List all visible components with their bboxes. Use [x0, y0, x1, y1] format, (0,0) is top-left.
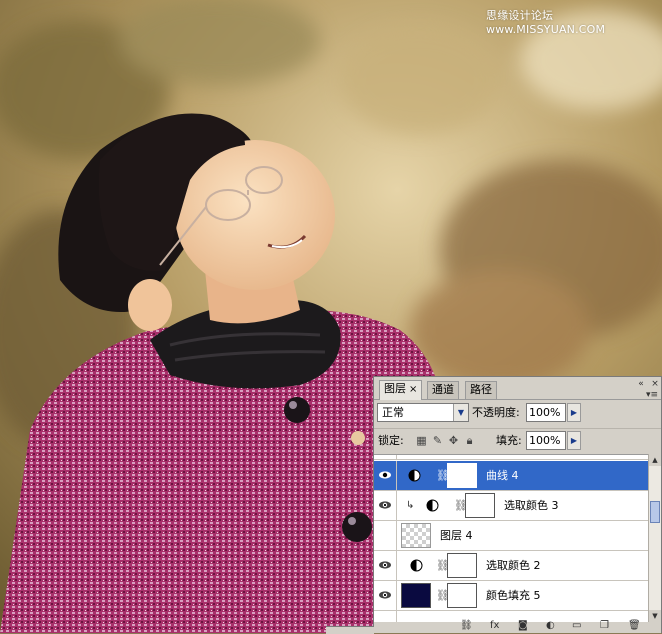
opacity-label: 不透明度:	[472, 406, 520, 419]
layer-thumbnail[interactable]	[401, 523, 431, 548]
layers-scrollbar[interactable]: ▲ ▼	[648, 454, 661, 622]
blend-opacity-row: 正常 ▼ 不透明度: 100% ▶	[374, 400, 661, 428]
link-layers-icon[interactable]: ⛓︎	[460, 620, 473, 632]
fill-label: 填充:	[496, 434, 522, 447]
visibility-toggle[interactable]	[374, 491, 397, 520]
tab-paths-label: 路径	[470, 383, 492, 396]
layer-style-icon[interactable]: fx	[490, 620, 499, 632]
layer-name: 曲线 4	[486, 469, 519, 482]
scroll-thumb[interactable]	[650, 501, 660, 523]
tab-paths[interactable]: 路径	[465, 381, 497, 399]
new-adjustment-icon[interactable]: ◐	[546, 620, 555, 632]
tab-channels[interactable]: 通道	[427, 381, 459, 399]
watermark: 思缘设计论坛 www.MISSYUAN.COM	[486, 9, 606, 36]
lock-brush-icon[interactable]: ✎	[431, 434, 444, 447]
layer-row[interactable]: ⛓︎ 颜色填充 5	[374, 581, 648, 611]
lock-all-icon[interactable]: 🔒︎	[463, 434, 476, 447]
fill-input[interactable]: 100%	[526, 431, 566, 450]
layer-name: 选取颜色 2	[486, 559, 541, 572]
layer-row[interactable]: ⛓︎ 曲线 4	[374, 461, 648, 491]
minimize-icon[interactable]: «	[636, 379, 646, 389]
layer-name: 颜色填充 5	[486, 589, 541, 602]
blend-mode-value: 正常	[382, 406, 404, 419]
lock-transparency-icon[interactable]: ▦	[415, 434, 428, 447]
tab-layers-label: 图层	[384, 382, 406, 395]
layer-row[interactable]: 图层 4	[374, 521, 648, 551]
fill-slider-arrow-icon[interactable]: ▶	[567, 431, 581, 450]
panel-bottom-toolbar: ⛓︎ fx ◙ ◐ ▭ ❐ 🗑︎	[374, 620, 661, 633]
visibility-toggle[interactable]	[374, 461, 397, 490]
layer-row-partial[interactable]	[374, 455, 648, 460]
layer-name: 图层 4	[440, 529, 473, 542]
trash-icon[interactable]: 🗑︎	[628, 620, 641, 632]
layer-mask-thumbnail[interactable]	[465, 493, 495, 518]
tab-channels-label: 通道	[432, 383, 454, 396]
visibility-toggle[interactable]	[374, 551, 397, 580]
tab-close-icon[interactable]: ×	[409, 384, 417, 395]
close-panel-icon[interactable]: ×	[650, 379, 660, 389]
lock-fill-row: 锁定: ▦ ✎ ✥ 🔒︎ 填充: 100% ▶	[374, 428, 661, 457]
panel-menu-icon[interactable]: ▾≡	[646, 390, 658, 400]
visibility-toggle[interactable]	[374, 521, 397, 550]
layer-row[interactable]: ↳ ⛓︎ 选取颜色 3	[374, 491, 648, 521]
layer-name: 选取颜色 3	[504, 499, 559, 512]
eye-icon	[379, 561, 391, 569]
opacity-input[interactable]: 100%	[526, 403, 566, 422]
layers-panel: 图层 × 通道 路径 « × ▾≡ 正常 ▼ 不透明度: 100% ▶ 锁定: ▦…	[373, 376, 662, 633]
opacity-slider-arrow-icon[interactable]: ▶	[567, 403, 581, 422]
scroll-down-icon[interactable]: ▼	[649, 610, 661, 622]
adjustment-layer-icon	[408, 469, 421, 482]
adjustment-layer-icon	[410, 559, 423, 572]
lock-move-icon[interactable]: ✥	[447, 434, 460, 447]
visibility-toggle[interactable]	[374, 581, 397, 610]
chevron-down-icon: ▼	[453, 404, 468, 421]
layer-mask-thumbnail[interactable]	[447, 583, 477, 608]
eye-icon	[379, 591, 391, 599]
new-group-icon[interactable]: ▭	[572, 620, 581, 632]
layer-row[interactable]: ⛓︎ 选取颜色 2	[374, 551, 648, 581]
blend-mode-select[interactable]: 正常 ▼	[377, 403, 469, 422]
add-mask-icon[interactable]: ◙	[518, 620, 528, 632]
eye-icon	[379, 471, 391, 479]
scroll-up-icon[interactable]: ▲	[649, 454, 661, 466]
adjustment-layer-icon	[426, 499, 439, 512]
layers-list: ⛓︎ 曲线 4 ↳ ⛓︎ 选取颜色 3 图层 4 ⛓︎ 选取颜色 2 ⛓︎ 颜色…	[374, 454, 648, 623]
eye-icon	[379, 501, 391, 509]
eye-cell	[374, 455, 397, 459]
lock-label: 锁定:	[378, 434, 404, 447]
new-layer-icon[interactable]: ❐	[600, 620, 609, 632]
clipping-arrow-icon: ↳	[406, 500, 415, 511]
panel-tab-bar: 图层 × 通道 路径 « × ▾≡	[374, 377, 661, 400]
tab-layers[interactable]: 图层 ×	[379, 380, 423, 400]
layer-mask-thumbnail[interactable]	[447, 463, 477, 488]
layer-mask-thumbnail[interactable]	[447, 553, 477, 578]
fill-color-thumbnail[interactable]	[401, 583, 431, 608]
